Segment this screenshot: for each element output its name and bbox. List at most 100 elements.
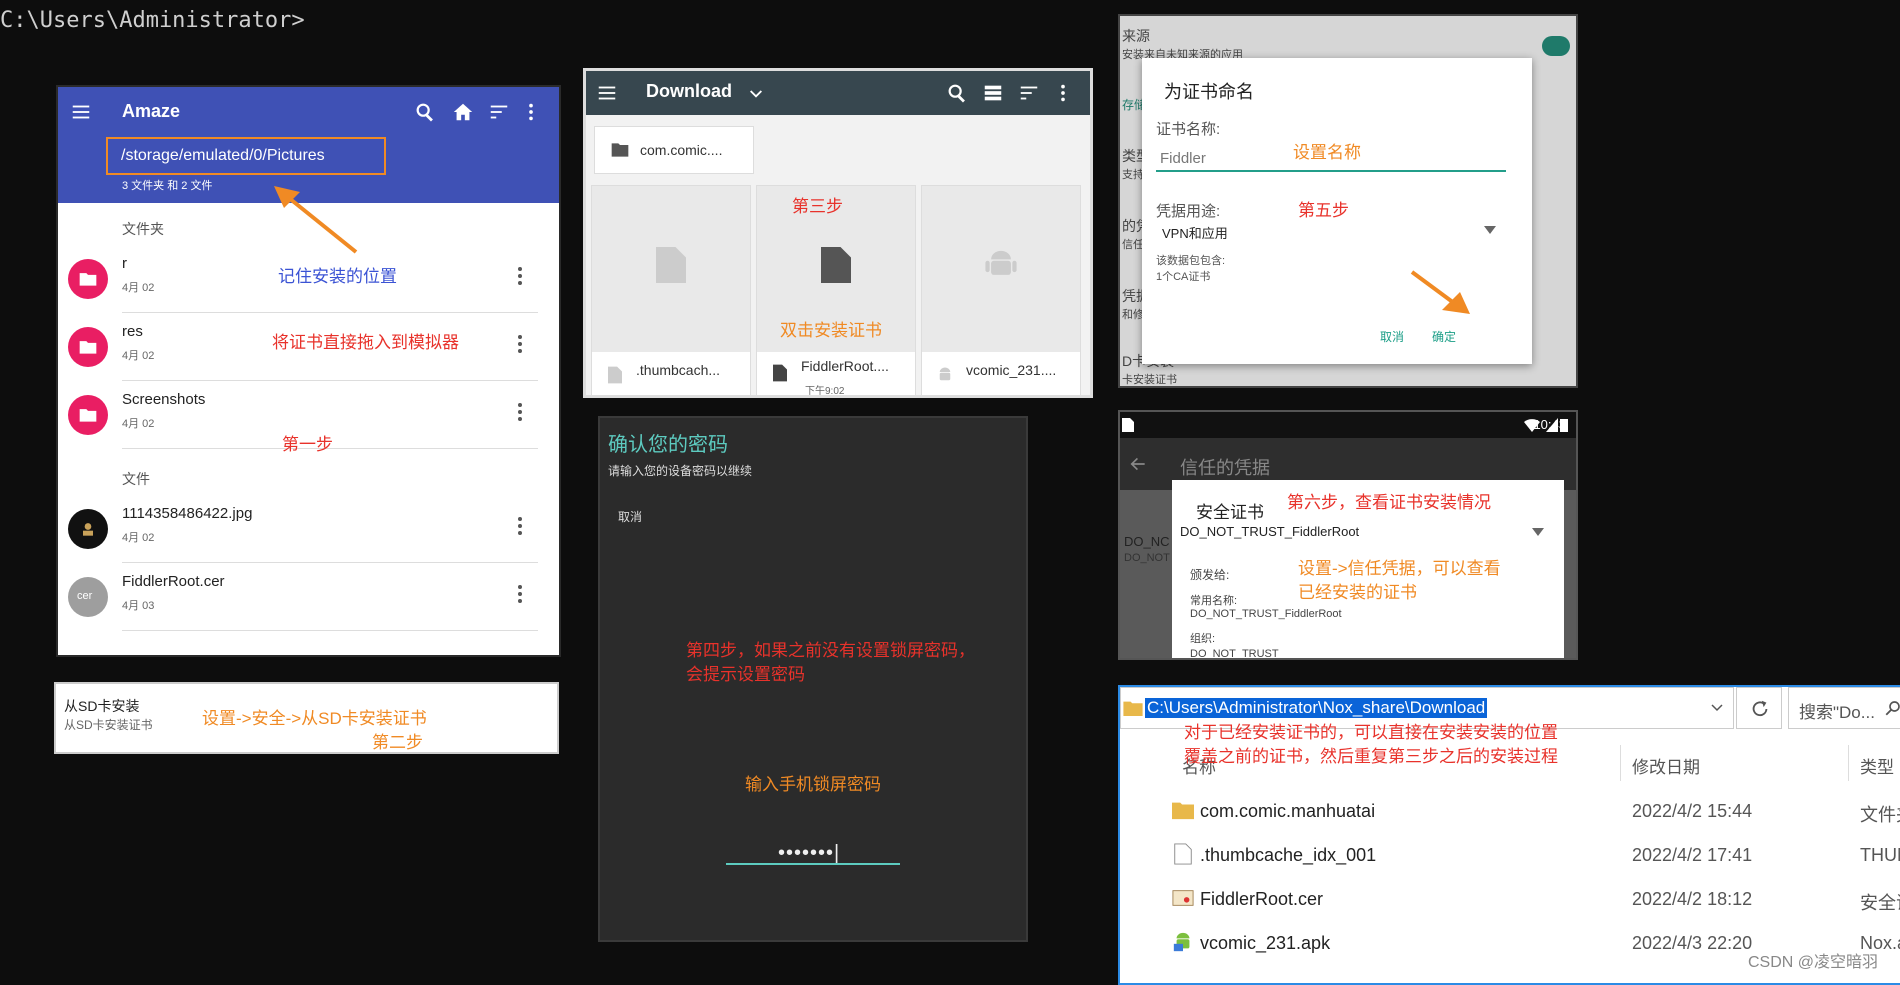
more-vert-icon[interactable] [518,401,524,421]
arrow-icon [1410,270,1470,314]
file-icon [608,366,622,384]
table-row[interactable]: com.comic.manhuatai 2022/4/2 15:44 文件夹 [1120,789,1900,833]
cert-name-label: 证书名称: [1156,121,1221,138]
note-overwrite1: 对于已经安装证书的，可以直接在安装安装的位置 [1184,723,1558,742]
more-vert-icon[interactable] [520,101,542,123]
table-row[interactable]: .thumbcache_idx_001 2022/4/2 17:41 THUMB [1120,833,1900,877]
folder-icon [68,395,108,435]
item-date: 4月 02 [122,532,155,544]
search-icon[interactable] [946,82,968,104]
common-name-value: DO_NOT_TRUST_FiddlerRoot [1190,608,1342,620]
column-header-type[interactable]: 类型 [1860,753,1894,778]
dialog-title: 为证书命名 [1164,82,1254,102]
note-remember-location: 记住安装的位置 [278,267,397,286]
note-drag-cert: 将证书直接拖入到模拟器 [272,333,459,352]
cmd-prompt: C:\Users\Administrator> [0,8,305,33]
folder-chip[interactable]: com.comic.... [594,126,754,174]
clock: 10:43 [1533,417,1566,432]
address-text[interactable]: C:\Users\Administrator\Nox_share\Downloa… [1145,698,1488,718]
more-vert-icon[interactable] [1052,82,1074,104]
note-input-password: 输入手机锁屏密码 [745,775,881,794]
menu-icon[interactable] [596,82,618,104]
current-path[interactable]: /storage/emulated/0/Pictures [106,137,386,175]
download-header: Download [586,71,1090,115]
folder-icon [68,327,108,367]
more-vert-icon[interactable] [518,265,524,285]
issued-to-label: 颁发给: [1190,568,1230,582]
unknown-sources-toggle[interactable] [1542,36,1570,56]
more-vert-icon[interactable] [518,583,524,603]
download-browser: Download com.comic.... .thumbcach... Fid… [583,68,1093,398]
android-icon [985,250,1017,275]
cancel-button[interactable]: 取消 [1380,328,1404,345]
files-header: 文件 [122,471,150,487]
cer-file-icon: cer [68,577,108,617]
dropdown-arrow-icon[interactable] [1532,528,1544,536]
more-vert-icon[interactable] [518,333,524,353]
password-input[interactable]: •••••••| [778,842,840,865]
item-name: res [122,323,143,340]
common-name-label: 常用名称: [1190,595,1238,607]
download-title[interactable]: Download [646,81,732,102]
arrow-icon [274,186,358,254]
home-icon[interactable] [452,101,474,123]
file-date: 2022/4/3 22:20 [1632,933,1753,953]
item-name: 1114358486422.jpg [122,505,253,522]
list-item[interactable]: cer FiddlerRoot.cer 4月 03 [58,563,548,631]
cert-select[interactable]: DO_NOT_TRUST_FiddlerRoot [1180,524,1359,539]
package-value: 1个CA证书 [1156,271,1211,283]
chevron-down-icon[interactable] [748,85,764,101]
note-step6: 第六步，查看证书安装情况 [1287,493,1491,512]
sort-icon[interactable] [1018,82,1040,104]
password-cancel-button[interactable]: 取消 [618,508,642,525]
tile-name: FiddlerRoot.... [801,358,889,374]
menu-icon[interactable] [70,101,92,123]
table-row[interactable]: FiddlerRoot.cer 2022/4/2 18:12 安全证书 [1120,877,1900,921]
file-date: 2022/4/2 17:41 [1632,845,1753,865]
note-overwrite2: 覆盖之前的证书，然后重复第三步之后的安装过程 [1184,747,1558,766]
package-label: 该数据包包含: [1156,255,1226,267]
tile-name: vcomic_231.... [966,362,1057,378]
file-type: 安全证书 [1860,893,1900,913]
chevron-down-icon[interactable] [1711,704,1723,712]
confirm-password-screen: 确认您的密码 请输入您的设备密码以继续 取消 •••••••| [598,416,1028,942]
folders-header: 文件夹 [122,221,164,237]
column-header-date[interactable]: 修改日期 [1632,753,1700,778]
dialog-title: 安全证书 [1196,503,1264,522]
tile-name: .thumbcach... [636,362,721,378]
image-thumbnail-icon [68,509,108,549]
list-item[interactable]: 1114358486422.jpg 4月 02 [58,495,548,563]
file-icon [773,364,787,382]
folder-icon [611,143,629,157]
amaze-file-manager: Amaze /storage/emulated/0/Pictures 3 文件夹… [56,85,561,657]
refresh-button[interactable] [1736,687,1782,729]
sort-icon[interactable] [488,101,510,123]
folder-icon [1172,802,1194,820]
note-step2: 第二步 [372,733,423,752]
file-tile[interactable]: vcomic_231.... [921,185,1081,395]
item-name: FiddlerRoot.cer [122,573,225,590]
note-step3: 第三步 [792,197,843,216]
app-title: Amaze [122,101,181,121]
ok-button[interactable]: 确定 [1432,328,1456,345]
list-view-icon[interactable] [982,82,1004,104]
android-icon [939,367,951,381]
file-date: 2022/4/2 18:12 [1632,889,1753,909]
sd-install-subtitle: 从SD卡安装证书 [64,718,153,732]
note-step4: 第四步，如果之前没有设置锁屏密码， [686,641,975,660]
file-icon [1174,843,1192,865]
sim-icon [1122,418,1134,432]
item-name: r [122,255,127,272]
screen-title: 信任的凭据 [1180,458,1270,478]
dropdown-arrow-icon[interactable] [1484,226,1496,234]
file-tile[interactable]: .thumbcach... [591,185,751,395]
usage-select[interactable]: VPN和应用 [1162,223,1228,242]
back-arrow-icon[interactable] [1128,454,1148,474]
status-bar: 10:43 [1120,412,1576,438]
search-icon[interactable] [1884,699,1900,717]
org-value: DO_NOT_TRUST [1190,648,1279,660]
password-subtitle: 请输入您的设备密码以继续 [608,464,753,478]
more-vert-icon[interactable] [518,515,524,535]
android-apk-icon [1173,932,1190,952]
search-icon[interactable] [414,101,436,123]
